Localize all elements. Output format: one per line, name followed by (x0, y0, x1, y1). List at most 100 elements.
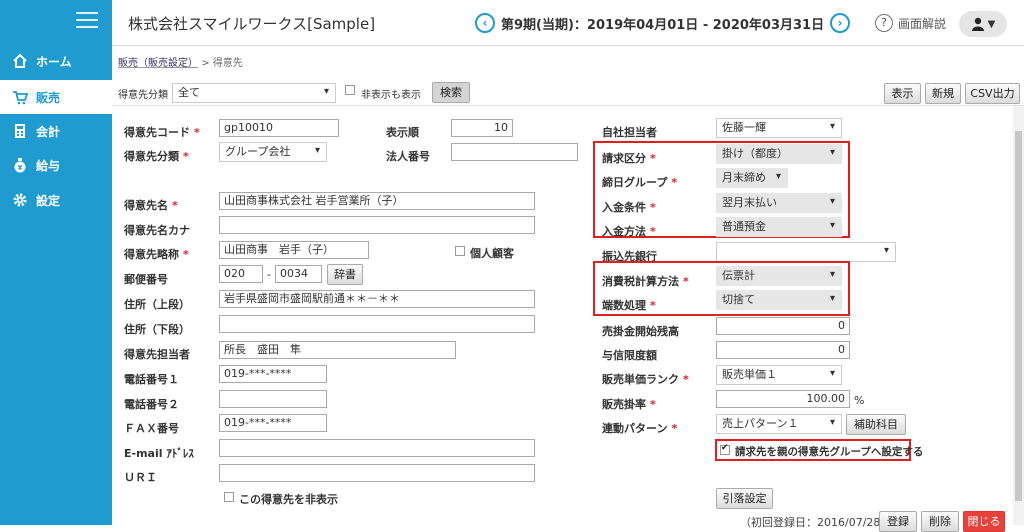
rounding-select[interactable]: 切捨て (716, 290, 842, 310)
rounding-label: 端数処理 * (602, 299, 656, 312)
short-name-label: 得意先略称 * (124, 248, 189, 261)
address2-field[interactable] (219, 315, 535, 333)
show-hidden-label: 非表示も表示 (361, 90, 421, 101)
hide-customer-checkbox[interactable] (224, 492, 234, 502)
home-icon (13, 53, 27, 68)
email-field[interactable] (219, 439, 535, 457)
breadcrumb-sep: > (201, 58, 210, 69)
corp-no-field[interactable] (451, 143, 578, 161)
menu-icon[interactable] (76, 12, 98, 28)
payment-method-label: 入金方法 * (602, 225, 656, 238)
rate-field[interactable]: 100.00 (716, 390, 850, 408)
contact-label: 得意先担当者 (124, 348, 190, 361)
prev-period-icon[interactable]: ‹ (475, 13, 495, 33)
name-field[interactable]: 山田商事株式会社 岩手営業所（子） (219, 192, 535, 210)
price-rank-label: 販売単価ランク * (602, 373, 689, 386)
parent-billing-label: 請求先を親の得意先グループへ設定する (735, 446, 924, 458)
zip-field-1[interactable]: 020 (219, 265, 263, 283)
uri-label: ＵＲＩ (124, 471, 157, 484)
payment-terms-label: 入金条件 * (602, 201, 656, 214)
question-icon: ? (875, 14, 893, 32)
individual-checkbox[interactable] (455, 246, 465, 256)
company-name: 株式会社スマイルワークス[Sample] (128, 15, 376, 33)
code-field[interactable]: gp10010 (219, 119, 339, 137)
billing-select[interactable]: 掛け（都度） (716, 144, 842, 164)
category-filter-select[interactable]: 全て (172, 83, 336, 103)
show-hidden-checkbox[interactable] (345, 85, 355, 95)
bank-select[interactable] (716, 242, 896, 262)
code-label: 得意先コード * (124, 126, 200, 139)
help-link[interactable]: ? 画面解説 (875, 14, 946, 32)
billing-label: 請求区分 * (602, 152, 656, 165)
uri-field[interactable] (219, 464, 535, 482)
address1-label: 住所（上段） (124, 298, 190, 311)
zip-field-2[interactable]: 0034 (275, 265, 322, 283)
order-field[interactable]: 10 (451, 119, 513, 137)
parent-billing-checkbox[interactable] (720, 443, 730, 455)
pattern-select[interactable]: 売上パターン１ (716, 414, 842, 434)
category-label: 得意先分類 * (124, 150, 189, 163)
zip-label: 郵便番号 (124, 273, 168, 286)
closing-select[interactable]: 月末締め (716, 168, 788, 188)
fax-field[interactable]: 019-***-**** (219, 414, 327, 432)
staff-select[interactable]: 佐藤一輝 (716, 118, 842, 138)
tel1-field[interactable]: 019-***-**** (219, 365, 327, 383)
staff-label: 自社担当者 (602, 126, 657, 139)
scrollbar-thumb[interactable] (1015, 131, 1022, 501)
tel2-field[interactable] (219, 390, 327, 408)
contact-field[interactable]: 所長 盛田 隼 (219, 341, 456, 359)
cart-icon (13, 91, 28, 105)
zip-dash: - (267, 268, 271, 281)
help-label: 画面解説 (898, 16, 947, 31)
user-menu-button[interactable]: ▼ (959, 11, 1007, 37)
money-bag-icon: ¥ (14, 158, 26, 173)
close-button[interactable]: 閉じる (963, 511, 1005, 532)
svg-text:¥: ¥ (18, 164, 23, 172)
calculator-icon (15, 124, 25, 138)
gear-icon (13, 193, 27, 207)
aux-account-button[interactable]: 補助科目 (846, 414, 906, 435)
hide-customer-label: この得意先を非表示 (239, 493, 338, 506)
period-selector: ‹ 第9期(当期)：2019年04月01日 - 2020年03月31日 › (475, 13, 851, 33)
filter-label: 得意先分類 (118, 90, 168, 101)
fax-label: ＦＡＸ番号 (124, 422, 179, 435)
transfer-settings-button[interactable]: 引落設定 (716, 488, 773, 509)
next-period-icon[interactable]: › (830, 13, 851, 33)
tax-method-label: 消費税計算方法 * (602, 275, 689, 288)
category-select[interactable]: グループ会社 (219, 142, 327, 162)
sidebar-item-sales[interactable]: 販売 (0, 80, 112, 114)
payment-method-select[interactable]: 普通預金 (716, 217, 842, 237)
sidebar-item-settings[interactable]: 設定 (0, 183, 112, 217)
short-name-field[interactable]: 山田商事 岩手（子） (219, 241, 369, 259)
register-button[interactable]: 登録 (879, 511, 917, 532)
scrollbar[interactable] (1013, 106, 1024, 525)
sidebar-item-accounting[interactable]: 会計 (0, 114, 112, 148)
csv-export-button[interactable]: CSV出力 (965, 83, 1020, 104)
delete-button[interactable]: 削除 (921, 511, 959, 532)
kana-label: 得意先名カナ (124, 224, 190, 237)
tax-method-select[interactable]: 伝票計 (716, 266, 842, 286)
chevron-down-icon: ▼ (987, 18, 996, 30)
price-rank-select[interactable]: 販売単価１ (716, 365, 842, 385)
kana-field[interactable] (219, 216, 535, 234)
view-button[interactable]: 表示 (884, 83, 921, 104)
address-dictionary-button[interactable]: 辞書 (327, 264, 363, 285)
breadcrumb-parent[interactable]: 販売（販売設定） (118, 58, 198, 69)
sidebar-item-label: 給与 (36, 158, 61, 173)
sidebar: ホーム 販売 会計 ¥ 給与 設定 (0, 0, 112, 525)
payment-terms-select[interactable]: 翌月末払い (716, 193, 842, 213)
sidebar-item-label: 設定 (36, 193, 61, 208)
pattern-label: 連動パターン * (602, 422, 678, 435)
sidebar-item-home[interactable]: ホーム (0, 44, 112, 78)
credit-limit-field[interactable]: 0 (716, 341, 850, 359)
sidebar-item-payroll[interactable]: ¥ 給与 (0, 148, 112, 182)
period-label: 第9期(当期)：2019年04月01日 - 2020年03月31日 (501, 17, 825, 33)
address1-field[interactable]: 岩手県盛岡市盛岡駅前通＊＊－＊＊ (219, 290, 535, 308)
user-icon (971, 17, 984, 31)
search-button[interactable]: 検索 (432, 82, 470, 103)
ar-balance-field[interactable]: 0 (716, 317, 850, 335)
new-button[interactable]: 新規 (925, 83, 961, 104)
sidebar-item-label: ホーム (36, 54, 72, 69)
registration-date: （初回登録日：2016/07/28） (740, 516, 892, 529)
closing-label: 締日グループ * (602, 176, 678, 189)
